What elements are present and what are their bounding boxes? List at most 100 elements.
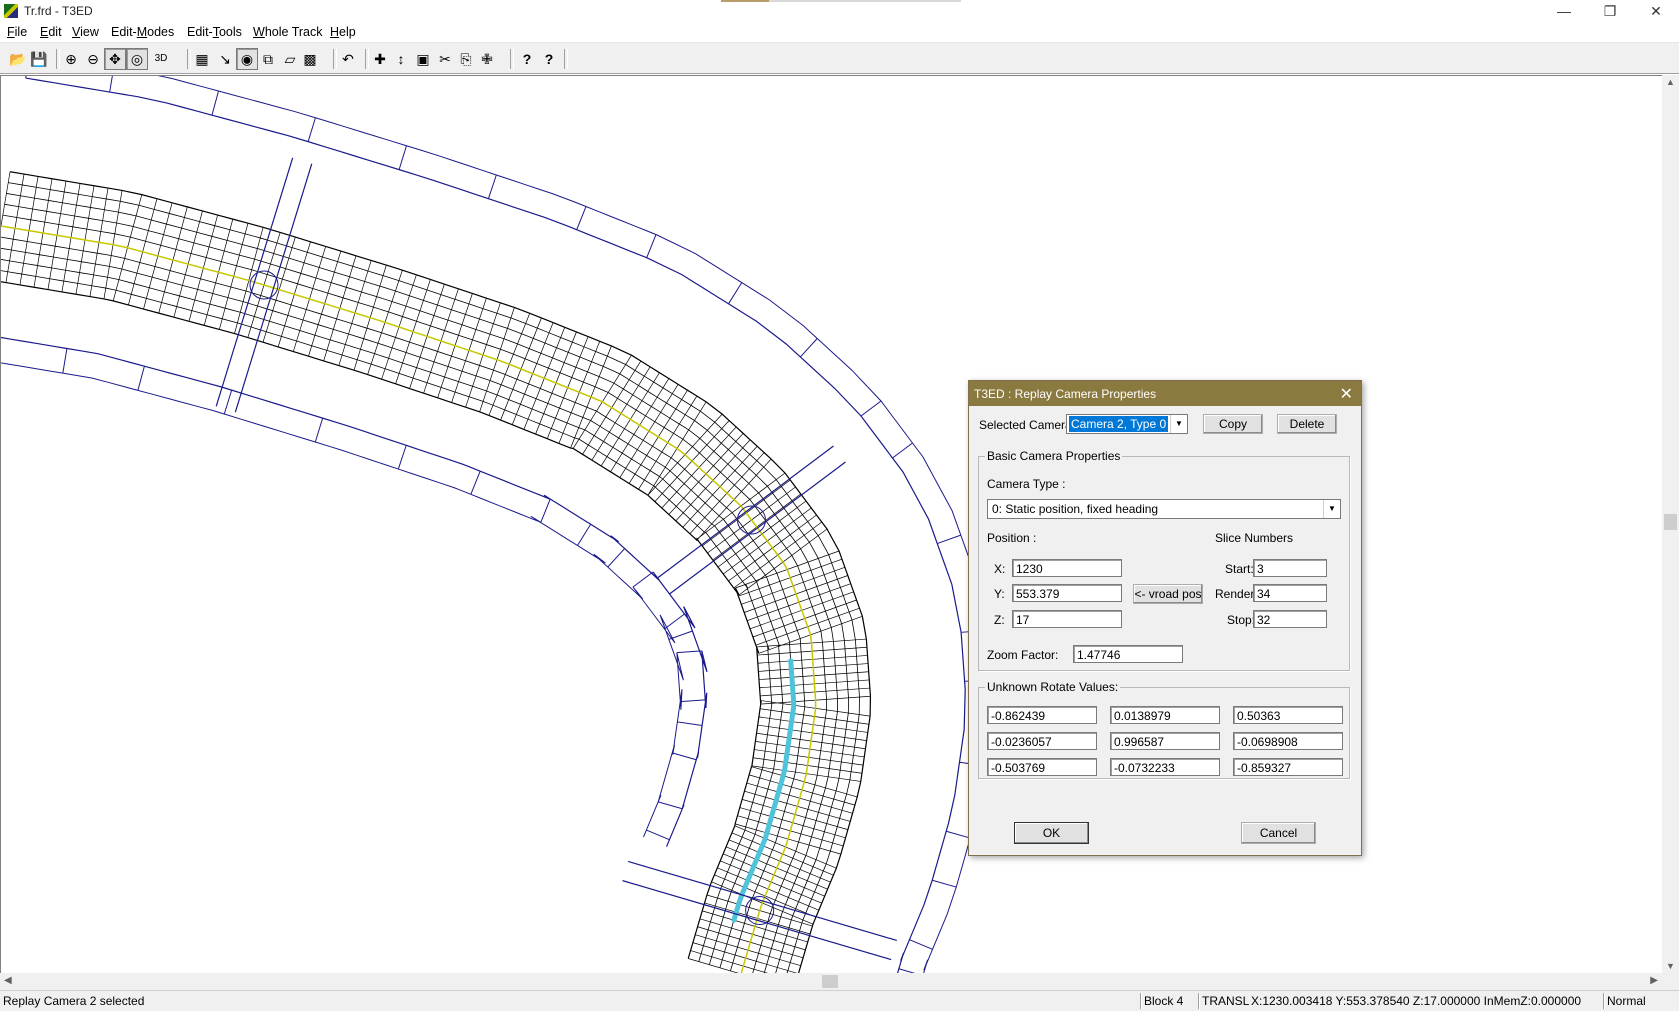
render-label: Render: — [1215, 587, 1258, 601]
x-field[interactable]: 1230 — [1012, 559, 1122, 577]
title-accent — [721, 0, 961, 2]
basic-properties-title: Basic Camera Properties — [985, 449, 1123, 463]
scroll-up-icon[interactable]: ▲ — [1662, 77, 1679, 87]
position-label: Position : — [987, 531, 1037, 545]
status-block: Block 4 — [1140, 993, 1198, 1009]
copy-icon[interactable]: ⎘ — [455, 48, 477, 70]
undo-icon[interactable]: ↶ — [337, 48, 359, 70]
object-box-icon[interactable]: ⧉ — [257, 48, 279, 70]
rotate-view-icon[interactable]: ◎ — [126, 48, 148, 70]
camera-type-select[interactable]: 0: Static position, fixed heading ▼ — [987, 499, 1341, 519]
vertical-move-icon[interactable]: ↕ — [390, 48, 412, 70]
3d-view-icon[interactable]: 3D — [150, 48, 172, 70]
dialog-title: T3ED : Replay Camera Properties — [974, 387, 1157, 401]
status-view: Normal — [1603, 993, 1679, 1009]
menu-edit-tools[interactable]: Edit-Tools — [187, 25, 242, 39]
camera-type-value: 0: Static position, fixed heading — [992, 502, 1159, 516]
rotate-value-field[interactable]: 0.50363 — [1233, 706, 1343, 724]
slice-numbers-label: Slice Numbers — [1215, 531, 1294, 545]
rotate-value-field[interactable]: 0.0138979 — [1110, 706, 1220, 724]
render-field[interactable]: 34 — [1253, 584, 1327, 602]
rotate-value-field[interactable]: -0.862439 — [987, 706, 1097, 724]
context-help-icon[interactable]: ? — [538, 48, 560, 70]
copy-button[interactable]: Copy — [1203, 414, 1263, 434]
menu-whole-track[interactable]: Whole Track — [253, 25, 322, 39]
status-mode: TRANSL — [1198, 993, 1249, 1009]
rotate-value-field[interactable]: -0.859327 — [1233, 758, 1343, 776]
open-icon[interactable]: 📂 — [7, 48, 29, 70]
title-bar: Tr.frd - T3ED — ❐ ✕ — [0, 0, 1679, 22]
move-icon[interactable]: ✥ — [104, 48, 126, 70]
track-view-canvas[interactable] — [0, 52, 1663, 1011]
chevron-down-icon[interactable]: ▼ — [1170, 415, 1187, 433]
horizontal-scroll-thumb[interactable] — [822, 975, 838, 988]
camera-type-label: Camera Type : — [987, 477, 1066, 491]
zoom-out-icon[interactable]: ⊖ — [82, 48, 104, 70]
status-coordinates: X:1230.003418 Y:553.378540 Z:17.000000 I… — [1251, 994, 1582, 1008]
menu-view[interactable]: View — [72, 25, 99, 39]
chevron-down-icon[interactable]: ▼ — [1323, 500, 1340, 518]
rotate-value-field[interactable]: -0.0698908 — [1233, 732, 1343, 750]
menu-help[interactable]: Help — [330, 25, 356, 39]
picture-icon[interactable]: ▣ — [412, 48, 434, 70]
status-bar: Replay Camera 2 selected Block 4 TRANSL … — [0, 990, 1679, 1011]
rotate-values-title: Unknown Rotate Values: — [985, 680, 1121, 694]
rotate-value-field[interactable]: -0.0236057 — [987, 732, 1097, 750]
y-label: Y: — [994, 587, 1005, 601]
selected-camera-label: Selected Camera: — [979, 418, 1076, 432]
delete-button[interactable]: Delete — [1277, 414, 1337, 434]
z-field[interactable]: 17 — [1012, 610, 1122, 628]
toolbar-separator — [510, 49, 514, 69]
replay-camera-dialog: T3ED : Replay Camera Properties ✕ Select… — [968, 380, 1362, 856]
texture-grid-icon[interactable]: ▩ — [299, 48, 321, 70]
scroll-corner — [1662, 973, 1679, 990]
zoom-factor-field[interactable]: 1.47746 — [1073, 645, 1183, 663]
vertical-scrollbar[interactable]: ▲ ▼ — [1662, 75, 1679, 973]
start-field[interactable]: 3 — [1253, 559, 1327, 577]
rotate-value-field[interactable]: 0.996587 — [1110, 732, 1220, 750]
selected-camera-value: Camera 2, Type 0 — [1069, 416, 1169, 432]
cancel-button[interactable]: Cancel — [1241, 822, 1316, 844]
menu-bar: File Edit View Edit-Modes Edit-Tools Who… — [0, 22, 1679, 43]
status-message: Replay Camera 2 selected — [3, 994, 145, 1008]
save-icon[interactable]: 💾 — [28, 48, 50, 70]
ok-button[interactable]: OK — [1014, 822, 1089, 844]
horizontal-scrollbar[interactable]: ◀ ▶ — [0, 973, 1662, 990]
y-field[interactable]: 553.379 — [1012, 584, 1122, 602]
polygon-icon[interactable]: ▱ — [279, 48, 301, 70]
dialog-close-icon[interactable]: ✕ — [1340, 384, 1353, 404]
scroll-down-icon[interactable]: ▼ — [1662, 961, 1679, 971]
z-label: Z: — [994, 613, 1005, 627]
track-wireframe — [0, 52, 991, 1011]
menu-file[interactable]: File — [7, 25, 27, 39]
cut-icon[interactable]: ✂ — [434, 48, 456, 70]
rotate-value-field[interactable]: -0.0732233 — [1110, 758, 1220, 776]
menu-edit[interactable]: Edit — [40, 25, 62, 39]
zoom-in-icon[interactable]: ⊕ — [60, 48, 82, 70]
rotate-value-field[interactable]: -0.503769 — [987, 758, 1097, 776]
selected-camera-select[interactable]: Camera 2, Type 0 ▼ — [1066, 414, 1188, 434]
app-icon — [4, 4, 18, 18]
toolbar: 📂 💾 ⊕ ⊖ ✥ ◎ 3D ▦ ↘ ◉ ⧉ ▱ ▩ ↶ ✚ ↕ ▣ ✂ ⎘ ✙?? — [0, 43, 1679, 74]
paste-icon[interactable]: ✙ — [476, 48, 498, 70]
restore-button[interactable]: ❐ — [1587, 0, 1633, 22]
point-edit-icon[interactable]: ↘ — [214, 48, 236, 70]
scroll-right-icon[interactable]: ▶ — [1650, 975, 1658, 986]
close-button[interactable]: ✕ — [1633, 0, 1679, 22]
vroad-pos-button[interactable]: <- vroad pos — [1133, 584, 1203, 604]
help-icon[interactable]: ? — [516, 48, 538, 70]
track-mesh-icon[interactable]: ▦ — [191, 48, 213, 70]
menu-edit-modes[interactable]: Edit-Modes — [111, 25, 174, 39]
minimize-button[interactable]: — — [1541, 0, 1587, 22]
translate-icon[interactable]: ✚ — [369, 48, 391, 70]
toolbar-separator — [564, 49, 568, 69]
scroll-left-icon[interactable]: ◀ — [4, 975, 12, 986]
dialog-titlebar[interactable]: T3ED : Replay Camera Properties ✕ — [969, 381, 1361, 406]
block-select-icon[interactable]: ◉ — [236, 48, 258, 70]
vertical-scroll-thumb[interactable] — [1664, 514, 1677, 530]
window-title: Tr.frd - T3ED — [24, 4, 93, 18]
zoom-factor-label: Zoom Factor: — [987, 648, 1059, 662]
stop-field[interactable]: 32 — [1253, 610, 1327, 628]
start-label: Start: — [1225, 562, 1254, 576]
x-label: X: — [994, 562, 1006, 576]
